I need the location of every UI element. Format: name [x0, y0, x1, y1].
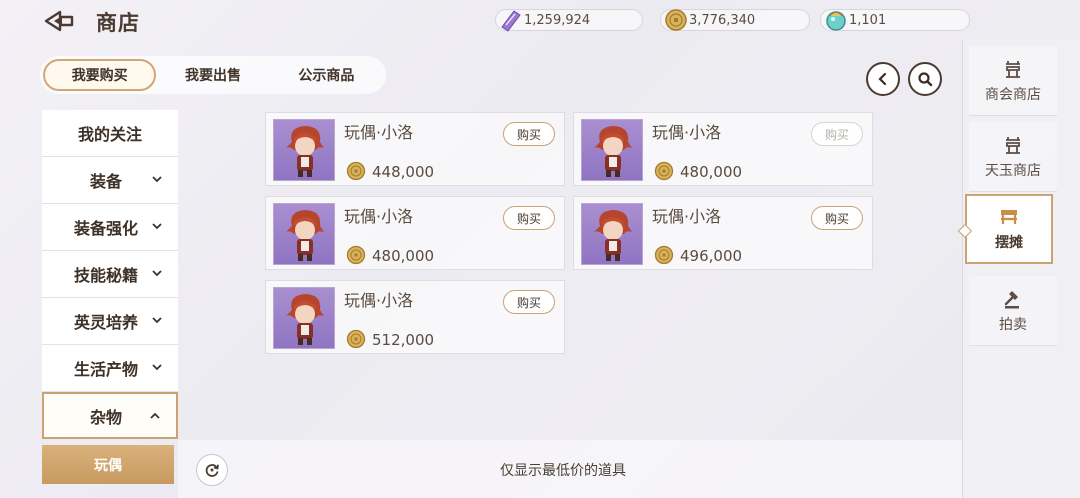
auction-hammer-icon: [1004, 290, 1019, 308]
jade-orb-icon: [823, 7, 849, 33]
category-label: 英灵培养: [73, 313, 138, 332]
gold-coin-icon: [346, 329, 366, 349]
active-marker: [957, 223, 973, 239]
lowest-price-note: 仅显示最低价的道具: [500, 463, 626, 479]
gold-coin-icon: [346, 245, 366, 265]
item-name: 玩偶·小洛: [652, 123, 722, 142]
search-icon: [918, 72, 933, 87]
buy-button[interactable]: 购买: [811, 206, 863, 230]
gold-coin-icon: [654, 245, 674, 265]
gold-coin-icon: [663, 7, 689, 33]
page-title: 商店: [96, 11, 140, 35]
chevron-down-icon: [152, 223, 162, 230]
chevron-down-icon: [152, 176, 162, 183]
item-card[interactable]: 玩偶·小洛 购买 480,000: [573, 112, 873, 186]
doll-avatar-icon: [273, 119, 335, 181]
item-card[interactable]: 玩偶·小洛 购买 480,000: [265, 196, 565, 270]
subcategory-doll[interactable]: 玩偶: [42, 445, 174, 484]
top-bar: 商店 1,259,924 3,776,340 1,101: [0, 0, 1080, 42]
category-label: 我的关注: [77, 125, 142, 144]
jade-shop-icon: [1006, 136, 1020, 154]
chevron-down-icon: [152, 317, 162, 324]
side-item-label: 商会商店: [985, 86, 1041, 103]
category-life[interactable]: 生活产物: [42, 345, 178, 392]
item-price: 480,000: [680, 163, 743, 181]
chevron-left-icon: [878, 72, 887, 86]
side-item-label: 摆摊: [995, 235, 1023, 251]
item-price: 496,000: [680, 247, 743, 265]
item-price: 448,000: [372, 163, 435, 181]
item-price: 480,000: [372, 247, 435, 265]
category-label: 装备: [89, 172, 122, 191]
item-name: 玩偶·小洛: [344, 291, 414, 310]
side-item-label: 拍卖: [999, 316, 1027, 333]
tab-public-items[interactable]: 公示商品: [270, 59, 383, 91]
category-label: 装备强化: [73, 219, 138, 238]
item-name: 玩偶·小洛: [344, 123, 414, 142]
stall-icon: [1001, 210, 1017, 224]
side-item-jade-shop[interactable]: 天玉商店: [969, 122, 1057, 192]
back-arrow-icon[interactable]: [42, 9, 76, 33]
currency-jade: 1,101: [820, 9, 970, 31]
currency-crystal-value: 1,259,924: [524, 12, 591, 28]
refresh-button[interactable]: [196, 454, 228, 486]
buy-button[interactable]: 购买: [503, 206, 555, 230]
category-skills[interactable]: 技能秘籍: [42, 251, 178, 298]
category-equipment[interactable]: 装备: [42, 157, 178, 204]
purple-crystal-icon: [498, 7, 524, 33]
tab-sell[interactable]: 我要出售: [156, 59, 269, 91]
side-item-auction[interactable]: 拍卖: [969, 276, 1057, 346]
chevron-up-icon: [150, 412, 160, 419]
doll-avatar-icon: [273, 287, 335, 349]
side-item-guild-shop[interactable]: 商会商店: [969, 46, 1057, 116]
category-label: 技能秘籍: [73, 266, 138, 285]
side-menu: 商会商店 天玉商店 摆摊 拍卖: [957, 40, 1080, 498]
category-misc[interactable]: 杂物: [42, 392, 178, 439]
doll-avatar-icon: [581, 119, 643, 181]
buy-button[interactable]: 购买: [811, 122, 863, 146]
tab-buy[interactable]: 我要购买: [43, 59, 157, 91]
buy-button[interactable]: 购买: [503, 290, 555, 314]
side-item-stall[interactable]: 摆摊: [957, 194, 1053, 264]
side-item-label: 天玉商店: [985, 162, 1041, 179]
chevron-down-icon: [152, 364, 162, 371]
category-label: 生活产物: [73, 360, 138, 379]
currency-jade-value: 1,101: [849, 12, 887, 28]
item-price: 512,000: [372, 331, 435, 349]
category-favorites[interactable]: 我的关注: [42, 110, 178, 157]
doll-avatar-icon: [581, 203, 643, 265]
currency-coin: 3,776,340: [660, 9, 810, 31]
shop-tabs: 我要购买 我要出售 公示商品: [40, 56, 386, 94]
category-label: 杂物: [89, 407, 122, 427]
item-name: 玩偶·小洛: [652, 207, 722, 226]
category-spirit[interactable]: 英灵培养: [42, 298, 178, 345]
gold-coin-icon: [346, 161, 366, 181]
item-name: 玩偶·小洛: [344, 207, 414, 226]
category-enhance[interactable]: 装备强化: [42, 204, 178, 251]
buy-button[interactable]: 购买: [503, 122, 555, 146]
prev-button[interactable]: [866, 62, 900, 96]
gold-coin-icon: [654, 161, 674, 181]
category-list: 我的关注 装备 装备强化 技能秘籍 英灵培养 生活产物 杂物 玩偶: [42, 110, 178, 484]
item-card[interactable]: 玩偶·小洛 购买 448,000: [265, 112, 565, 186]
guild-shop-icon: [1006, 60, 1020, 78]
refresh-icon: [205, 464, 219, 477]
currency-coin-value: 3,776,340: [689, 12, 756, 28]
doll-avatar-icon: [273, 203, 335, 265]
item-card[interactable]: 玩偶·小洛 购买 512,000: [265, 280, 565, 354]
item-card[interactable]: 玩偶·小洛 购买 496,000: [573, 196, 873, 270]
bottom-bar: 仅显示最低价的道具: [178, 440, 964, 498]
currency-crystal: 1,259,924: [495, 7, 643, 33]
chevron-down-icon: [152, 270, 162, 277]
search-button[interactable]: [908, 62, 942, 96]
